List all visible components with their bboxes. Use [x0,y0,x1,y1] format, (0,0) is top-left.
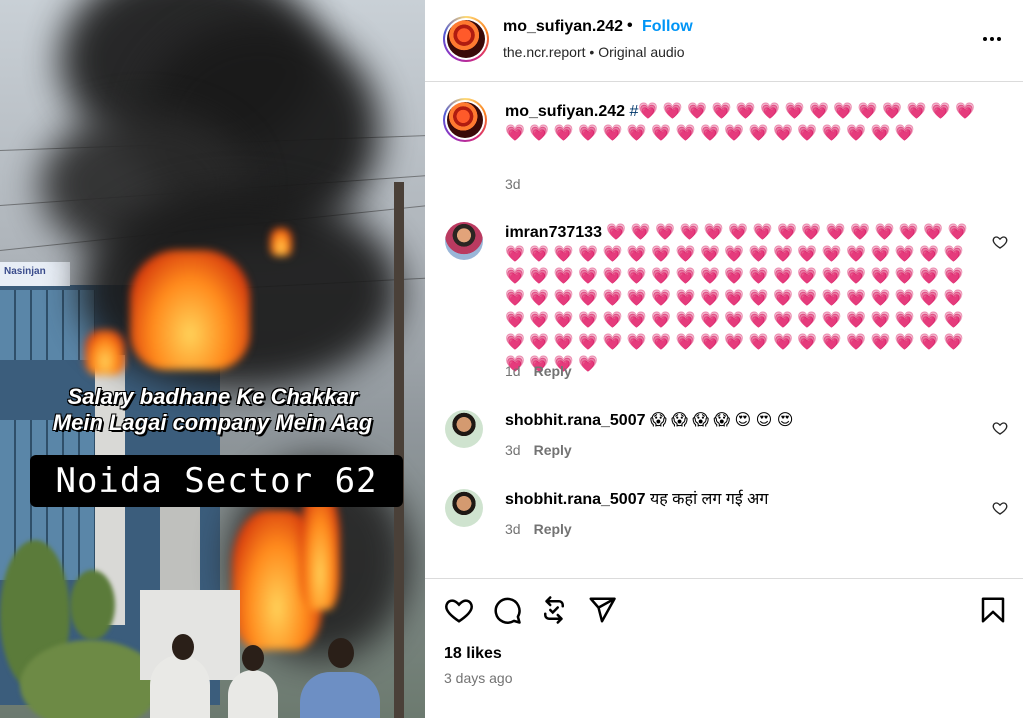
comment-time: 1d [505,363,521,379]
comment-time: 3d [505,521,521,537]
like-comment-heart-icon[interactable] [992,234,1008,250]
comment-body: shobhit.rana_5007 😱 😱 😱 😱 😍 😍 😍 [505,410,980,432]
separator-dot: • [627,17,633,34]
follow-button[interactable]: Follow [642,18,693,36]
comment-meta: 3d Reply [505,442,572,458]
comment-username[interactable]: shobhit.rana_5007 [505,491,646,508]
likes-count[interactable]: 18 likes [444,645,502,663]
audio-link[interactable]: Original audio [598,44,684,60]
fire [300,490,340,610]
separator-dot: • [589,44,595,60]
post-media[interactable]: Nasinjan Salary badhane Ke Chakkar Mein … [0,0,425,718]
fire [270,228,292,256]
person-head [328,638,354,668]
comment-username[interactable]: shobhit.rana_5007 [505,412,646,429]
comment-time: 3d [505,176,521,192]
commenter-avatar[interactable] [445,410,483,448]
post-actions-bar: 18 likes 3 days ago [425,578,1023,718]
comment-body: imran737133 💗 💗 💗 💗 💗 💗 💗 💗 💗 💗 💗 💗 💗 💗 … [505,222,980,376]
like-comment-heart-icon[interactable] [992,420,1008,436]
comment-meta: 1d Reply [505,363,572,379]
comment-time: 3d [505,442,521,458]
bookmark-icon[interactable] [978,595,1008,625]
comment-text: 💗 💗 💗 💗 💗 💗 💗 💗 💗 💗 💗 💗 💗 💗 💗 💗 💗 💗 💗 💗 … [505,224,968,373]
comment-meta: 3d [505,176,521,192]
repost-icon[interactable] [539,595,569,625]
comment-meta: 3d Reply [505,521,572,537]
utility-pole [394,182,404,718]
post-header: mo_sufiyan.242 • Follow the.ncr.report •… [425,0,1023,82]
like-comment-heart-icon[interactable] [992,500,1008,516]
location-label: Noida Sector 62 [30,455,403,507]
fire [130,250,250,370]
comment-body: mo_sufiyan.242 #💗 💗 💗 💗 💗 💗 💗 💗 💗 💗 💗 💗 … [505,101,980,145]
comment-username[interactable]: imran737133 [505,224,602,241]
person [150,655,210,718]
tree [70,570,115,640]
post-detail-panel: mo_sufiyan.242 • Follow the.ncr.report •… [425,0,1023,718]
author-username[interactable]: mo_sufiyan.242 [503,18,623,36]
comment-text: यह कहां लग गई अग [649,491,769,508]
comment-username[interactable]: mo_sufiyan.242 [505,103,625,120]
reply-button[interactable]: Reply [534,521,572,537]
commenter-avatar[interactable] [445,222,483,260]
commenter-avatar[interactable] [445,489,483,527]
person-head [242,645,264,671]
more-options-icon[interactable] [980,27,1004,51]
comment-text: 😱 😱 😱 😱 😍 😍 😍 [649,412,794,429]
video-caption-line1: Salary badhane Ke Chakkar [67,384,358,409]
post-source: the.ncr.report • Original audio [503,44,685,60]
commenter-avatar[interactable] [443,98,487,142]
heart-icon[interactable] [444,595,474,625]
fire [85,330,125,375]
source-account[interactable]: the.ncr.report [503,44,586,60]
person [300,672,380,718]
person-head [172,634,194,660]
send-icon[interactable] [587,595,617,625]
comment-icon[interactable] [492,595,522,625]
person [228,670,278,718]
reply-button[interactable]: Reply [534,363,572,379]
author-avatar[interactable] [443,16,489,62]
post-time-ago: 3 days ago [444,670,513,686]
video-caption-line2: Mein Lagai company Mein Aag [52,410,373,435]
building-sign: Nasinjan [0,262,70,286]
comment-body: shobhit.rana_5007 यह कहां लग गई अग [505,489,980,511]
reply-button[interactable]: Reply [534,442,572,458]
